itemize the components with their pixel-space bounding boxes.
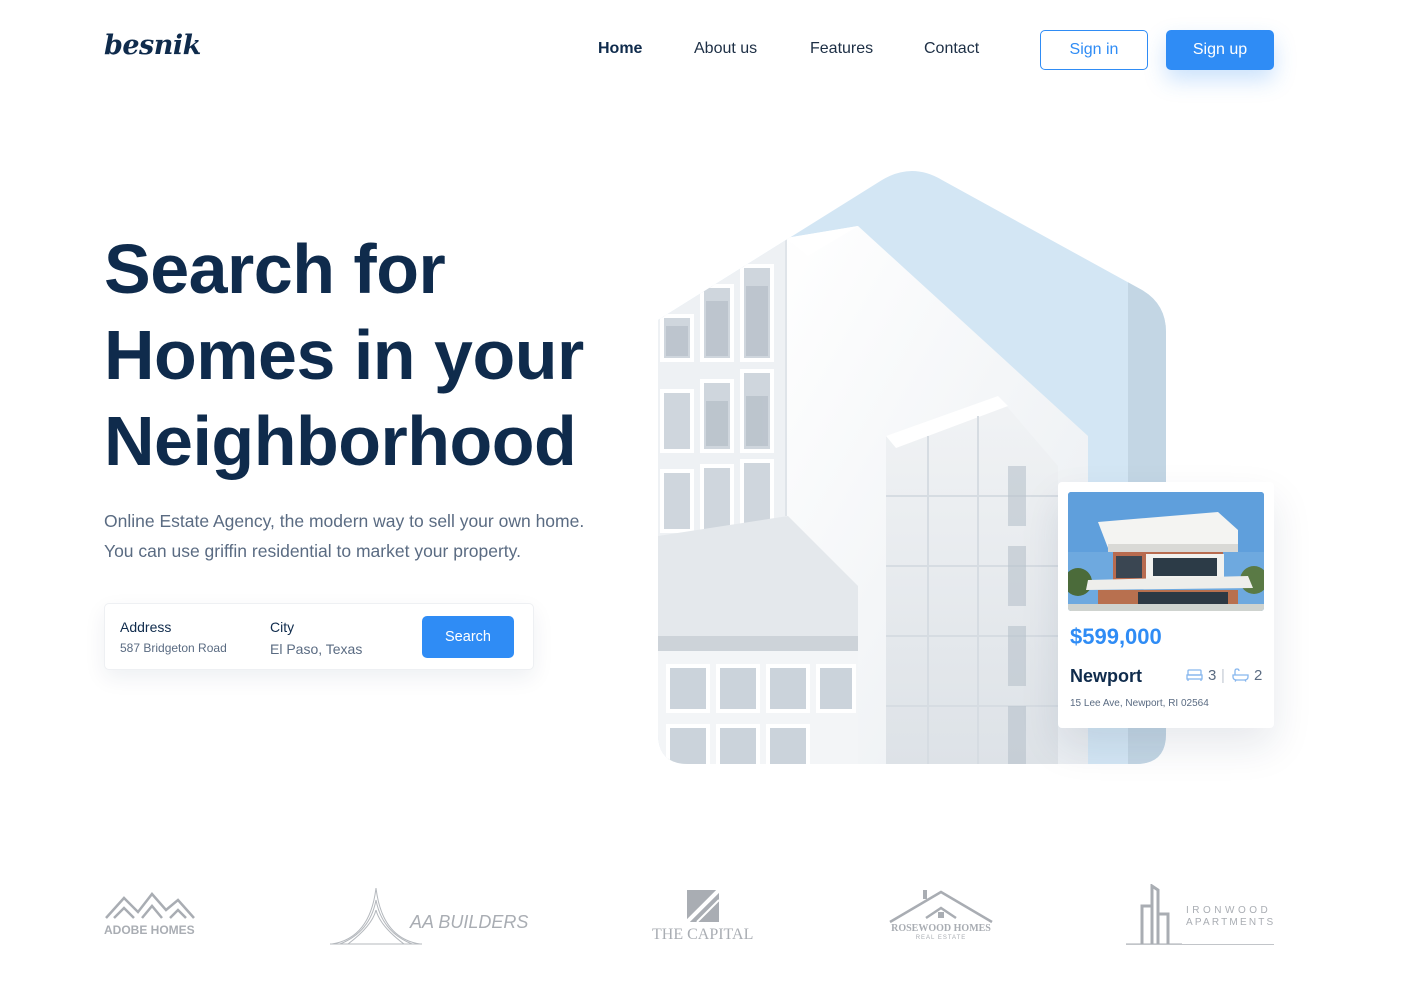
ironwood-icon	[1126, 884, 1182, 945]
rosewood-homes-tagline: REAL ESTATE	[915, 935, 967, 941]
city-input[interactable]	[270, 641, 405, 657]
hero-title-line: Neighborhood	[104, 402, 577, 480]
adobe-homes-name: ADOBE HOMES	[104, 923, 195, 937]
the-capital-name: THE CAPITAL	[652, 926, 754, 943]
adobe-homes-icon	[105, 892, 195, 919]
nav-contact[interactable]: Contact	[924, 40, 979, 58]
hero-subtitle-line: You can use griffin residential to marke…	[104, 541, 521, 561]
aa-builders-icon	[330, 887, 422, 945]
nav-features[interactable]: Features	[810, 40, 873, 58]
baths-count: 2	[1254, 666, 1263, 684]
sign-in-button[interactable]: Sign in	[1040, 30, 1148, 70]
ironwood-baseline	[1126, 944, 1274, 945]
rosewood-homes-name: ROSEWOOD HOMES	[891, 923, 991, 934]
partner-logo-rosewood-homes: ROSEWOOD HOMES REAL ESTATE	[888, 880, 994, 950]
listing-beds: 3	[1186, 666, 1216, 684]
beds-count: 3	[1208, 666, 1217, 684]
search-button[interactable]: Search	[422, 616, 514, 658]
partner-logo-the-capital: THE CAPITAL	[652, 880, 754, 950]
listing-baths: 2	[1232, 666, 1262, 684]
nav-about-us[interactable]: About us	[694, 40, 757, 58]
rosewood-homes-icon	[889, 890, 993, 924]
partner-logo-ironwood: IRONWOOD APARTMENTS	[1126, 880, 1274, 950]
sign-up-button[interactable]: Sign up	[1166, 30, 1274, 70]
listing-photo	[1068, 492, 1264, 611]
nav-home[interactable]: Home	[598, 40, 642, 58]
ironwood-tagline: APARTMENTS	[1186, 917, 1276, 928]
hero-subtitle-line: Online Estate Agency, the modern way to …	[104, 511, 585, 531]
listing-price: $599,000	[1070, 624, 1162, 649]
listing-card[interactable]: $599,000 Newport 3 | 2 15 Lee Ave, Newpo…	[1058, 482, 1274, 728]
hero-title-line: Search for	[104, 230, 446, 308]
bath-icon	[1232, 668, 1249, 682]
listing-address: 15 Lee Ave, Newport, RI 02564	[1070, 698, 1209, 709]
bed-icon	[1186, 668, 1203, 682]
listing-city: Newport	[1070, 666, 1142, 686]
brand-logo[interactable]: besnik	[104, 30, 201, 61]
amenity-divider: |	[1221, 666, 1225, 684]
ironwood-name: IRONWOOD	[1186, 905, 1272, 916]
hero-subtitle: Online Estate Agency, the modern way to …	[104, 506, 624, 566]
the-capital-icon	[687, 890, 719, 922]
address-label: Address	[120, 619, 172, 635]
hero-title: Search for Homes in your Neighborhood	[104, 226, 644, 484]
aa-builders-name: AA BUILDERS	[410, 912, 529, 932]
partner-logo-adobe-homes: ADOBE HOMES	[104, 880, 196, 950]
partner-logo-aa-builders: AA BUILDERS	[330, 880, 528, 950]
city-label: City	[270, 619, 295, 635]
hero-title-line: Homes in your	[104, 316, 584, 394]
address-input[interactable]	[120, 641, 255, 655]
property-search-form: Address City Search	[104, 603, 534, 670]
